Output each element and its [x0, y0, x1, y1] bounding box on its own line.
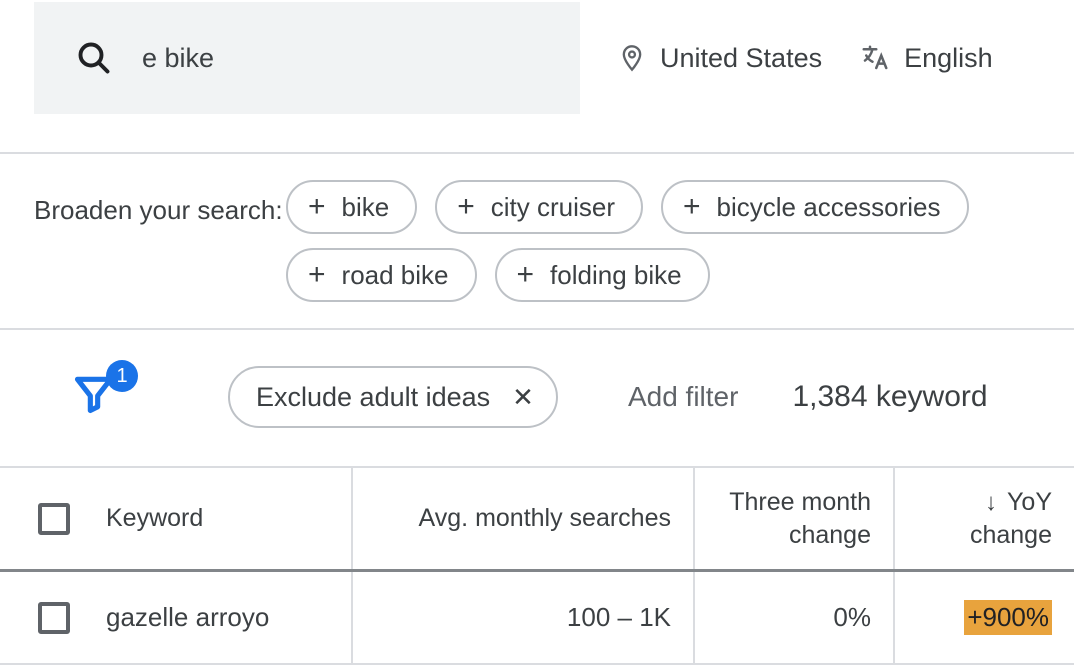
broaden-chip-city-cruiser[interactable]: + city cruiser: [435, 180, 643, 234]
search-icon: [76, 40, 112, 76]
filter-chip-label: Exclude adult ideas: [256, 382, 490, 413]
keyword-cell: gazelle arroyo: [106, 602, 269, 633]
broaden-label: Broaden your search:: [34, 180, 286, 235]
language-selector[interactable]: English: [860, 43, 993, 74]
chip-label: bicycle accessories: [717, 192, 941, 223]
chip-label: road bike: [342, 260, 449, 291]
yoy-header-text: YoY change: [970, 488, 1052, 549]
chip-label: bike: [342, 192, 390, 223]
column-header-keyword[interactable]: Keyword: [106, 502, 203, 535]
three-month-cell: 0%: [694, 571, 894, 665]
plus-icon: +: [517, 260, 535, 290]
chip-label: city cruiser: [491, 192, 615, 223]
column-header-avg-searches[interactable]: Avg. monthly searches: [352, 467, 694, 571]
plus-icon: +: [308, 192, 326, 222]
top-bar: United States English: [0, 0, 1074, 152]
broaden-section: Broaden your search: + bike + city cruiser…: [0, 152, 1074, 328]
keyword-count-label: 1,384 keyword: [792, 380, 987, 414]
translate-icon: [860, 43, 890, 73]
search-input[interactable]: [112, 42, 550, 75]
column-header-yoy[interactable]: ↓YoY change: [894, 467, 1074, 571]
location-icon: [618, 44, 646, 72]
broaden-chip-bicycle-accessories[interactable]: + bicycle accessories: [661, 180, 969, 234]
location-selector[interactable]: United States: [618, 43, 822, 74]
plus-icon: +: [683, 192, 701, 222]
close-icon[interactable]: ✕: [512, 382, 534, 413]
broaden-chips: + bike + city cruiser + bicycle accessories…: [286, 180, 1040, 302]
add-filter-button[interactable]: Add filter: [628, 381, 739, 413]
location-label: United States: [660, 43, 822, 74]
avg-searches-cell: 100 – 1K: [352, 571, 694, 665]
filter-bar: 1 Exclude adult ideas ✕ Add filter 1,384…: [0, 330, 1074, 466]
broaden-chip-road-bike[interactable]: + road bike: [286, 248, 477, 302]
broaden-chip-folding-bike[interactable]: + folding bike: [495, 248, 710, 302]
plus-icon: +: [457, 192, 475, 222]
search-box[interactable]: [34, 2, 580, 114]
row-checkbox[interactable]: [38, 602, 70, 634]
filter-button[interactable]: 1: [72, 372, 122, 422]
language-label: English: [904, 43, 993, 74]
active-filter-chip[interactable]: Exclude adult ideas ✕: [228, 366, 558, 428]
table-row: gazelle arroyo 100 – 1K 0% +900%: [0, 571, 1074, 665]
keywords-table: Keyword Avg. monthly searches Three mont…: [0, 466, 1074, 665]
yoy-cell: +900%: [964, 600, 1052, 635]
column-header-three-month[interactable]: Three month change: [694, 467, 894, 571]
plus-icon: +: [308, 260, 326, 290]
sort-desc-icon: ↓: [985, 489, 997, 516]
chip-label: folding bike: [550, 260, 682, 291]
table-header-row: Keyword Avg. monthly searches Three mont…: [0, 467, 1074, 571]
select-all-checkbox[interactable]: [38, 503, 70, 535]
filter-count-badge: 1: [106, 360, 138, 392]
broaden-chip-bike[interactable]: + bike: [286, 180, 417, 234]
